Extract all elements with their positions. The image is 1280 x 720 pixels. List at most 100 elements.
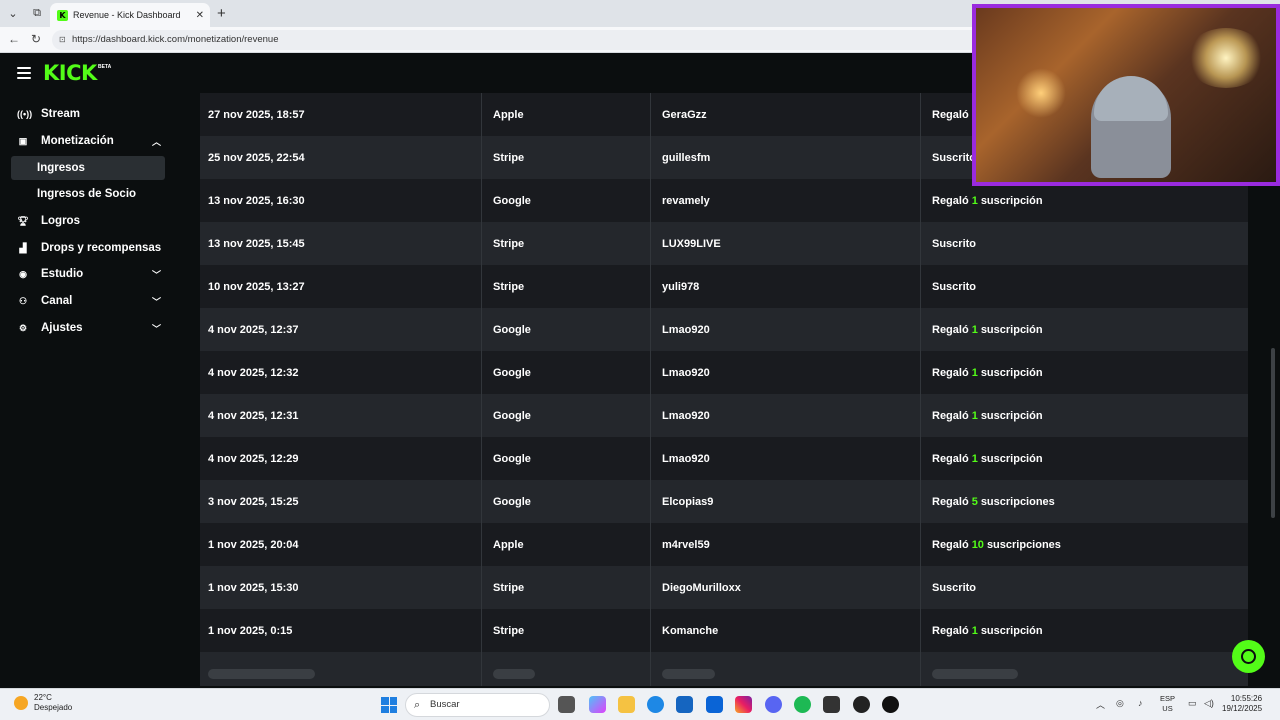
type-text: Regaló (932, 194, 969, 207)
table-row: 13 nov 2025, 15:45 Stripe LUX99LIVE Susc… (200, 222, 1248, 265)
user-cell: Lmao920 (651, 351, 921, 394)
type-text: Suscrito (932, 151, 977, 164)
windows-start-icon[interactable] (381, 697, 397, 713)
method-cell: Google (482, 308, 651, 351)
type-suffix: suscripción (980, 624, 1043, 637)
sidebar-item-stream[interactable]: ((•)) Stream (11, 102, 165, 126)
sidebar-item-logros[interactable]: 🏆︎ Logros (11, 209, 165, 233)
type-suffix: suscripciones (986, 538, 1061, 551)
capcut-icon[interactable] (823, 696, 840, 713)
chart-icon: ▟ (19, 242, 27, 253)
site-info-icon[interactable]: ⊡ (59, 30, 66, 50)
gift-count: 5 (971, 495, 978, 508)
media-player-icon[interactable] (853, 696, 870, 713)
reload-icon[interactable]: ↻ (31, 32, 41, 46)
gift-count: 1 (971, 624, 978, 637)
url-field[interactable]: ⊡ https://dashboard.kick.com/monetizatio… (52, 30, 992, 50)
method-cell: Google (482, 351, 651, 394)
edge-icon[interactable] (647, 696, 664, 713)
date-cell: 1 nov 2025, 0:15 (200, 609, 482, 652)
sidebar-item-label: Monetización (41, 135, 114, 147)
sidebar-item-drops[interactable]: ▟ Drops y recompensas (11, 236, 165, 260)
type-cell: Regaló 1 suscripción (921, 308, 1248, 351)
type-text: Suscrito (932, 280, 977, 293)
workspaces-icon[interactable]: ⧉ (28, 5, 46, 21)
table-row-loading (200, 652, 1248, 686)
back-icon[interactable]: ← (8, 32, 20, 46)
user-cell: guillesfm (651, 136, 921, 179)
date-cell: 25 nov 2025, 22:54 (200, 136, 482, 179)
type-suffix: suscripciones (980, 495, 1055, 508)
sidebar-item-estudio[interactable]: ◉ Estudio ﹀ (11, 262, 165, 286)
scrollbar-thumb[interactable] (1271, 348, 1275, 518)
date-cell: 1 nov 2025, 15:30 (200, 566, 482, 609)
webcam-overlay (972, 4, 1280, 186)
type-suffix: suscripción (980, 323, 1043, 336)
clock[interactable]: 10:55:26 19/12/2025 (1222, 694, 1262, 714)
gift-count: 1 (971, 452, 978, 465)
method-cell: Google (482, 179, 651, 222)
type-suffix: suscripción (980, 452, 1043, 465)
browser-tab[interactable]: K Revenue - Kick Dashboard ✕ (50, 3, 210, 27)
sidebar-item-label: Drops y recompensas (41, 242, 162, 254)
obs-icon[interactable] (882, 696, 899, 713)
sidebar-item-label: Ingresos de Socio (37, 188, 137, 200)
discord-icon[interactable] (765, 696, 782, 713)
user-cell: LUX99LIVE (651, 222, 921, 265)
new-tab-icon[interactable]: + (217, 5, 226, 22)
table-row: 4 nov 2025, 12:29 Google Lmao920 Regaló 1… (200, 437, 1248, 480)
language-indicator[interactable]: ESP US (1160, 694, 1175, 714)
method-cell: Google (482, 480, 651, 523)
microphone-icon[interactable]: ♪ (1138, 698, 1143, 708)
temperature: 22°C (34, 693, 52, 702)
menu-icon[interactable] (17, 67, 31, 79)
users-icon: ⚇ (18, 295, 28, 306)
close-tab-icon[interactable]: ✕ (196, 10, 204, 21)
tray-chevron-icon[interactable]: ︿ (1096, 698, 1105, 711)
gift-count: 10 (971, 538, 984, 551)
weather-widget[interactable]: 22°C Despejado (14, 693, 72, 713)
type-cell: Suscrito (921, 566, 1248, 609)
table-row: 4 nov 2025, 12:37 Google Lmao920 Regaló 1… (200, 308, 1248, 351)
type-text: Regaló (932, 452, 969, 465)
method-cell: Stripe (482, 222, 651, 265)
copilot-icon[interactable] (589, 696, 606, 713)
table-row: 4 nov 2025, 12:32 Google Lmao920 Regaló 1… (200, 351, 1248, 394)
sidebar: ((•)) Stream ▣ Monetización ︿ Ingresos I… (3, 93, 183, 686)
taskview-icon[interactable] (558, 696, 575, 713)
chevron-down-icon: ﹀ (151, 269, 161, 280)
date-cell: 13 nov 2025, 15:45 (200, 222, 482, 265)
table-row: 3 nov 2025, 15:25 Google Elcopias9 Regal… (200, 480, 1248, 523)
sidebar-item-label: Estudio (41, 268, 84, 280)
sidebar-item-ingresos[interactable]: Ingresos (11, 156, 165, 180)
type-suffix: suscripción (980, 366, 1043, 379)
store-icon[interactable] (676, 696, 693, 713)
help-chat-button[interactable] (1232, 640, 1265, 673)
type-text: Regaló (932, 409, 969, 422)
wifi-icon[interactable]: ▭ (1188, 698, 1197, 709)
spotify-icon[interactable] (794, 696, 811, 713)
beta-badge: BETA (98, 64, 112, 70)
sidebar-item-label: Ajustes (41, 322, 83, 334)
table-row: 4 nov 2025, 12:31 Google Lmao920 Regaló 1… (200, 394, 1248, 437)
volume-icon[interactable]: ◁) (1204, 698, 1214, 709)
outlook-icon[interactable] (706, 696, 723, 713)
type-suffix: suscripción (980, 194, 1043, 207)
chevron-up-icon: ︿ (151, 136, 161, 147)
tab-list-chevron-icon[interactable]: ⌄ (4, 5, 22, 21)
sidebar-item-canal[interactable]: ⚇ Canal ﹀ (11, 289, 165, 313)
instagram-icon[interactable] (735, 696, 752, 713)
type-cell: Suscrito (921, 222, 1248, 265)
sidebar-item-monetizacion[interactable]: ▣ Monetización ︿ (11, 129, 165, 153)
user-cell: Lmao920 (651, 437, 921, 480)
method-cell: Apple (482, 523, 651, 566)
type-text: Regaló (932, 323, 969, 336)
sidebar-item-ingresos-de-socio[interactable]: Ingresos de Socio (11, 182, 165, 206)
network-status-icon[interactable]: ◎ (1116, 698, 1124, 709)
gift-count: 1 (971, 366, 978, 379)
kick-logo[interactable]: KICK (43, 61, 97, 85)
sidebar-item-ajustes[interactable]: ⚙ Ajustes ﹀ (11, 316, 165, 340)
taskbar-search[interactable]: ⌕ Buscar (405, 693, 550, 717)
loading-skeleton (651, 652, 921, 686)
file-explorer-icon[interactable] (618, 696, 635, 713)
